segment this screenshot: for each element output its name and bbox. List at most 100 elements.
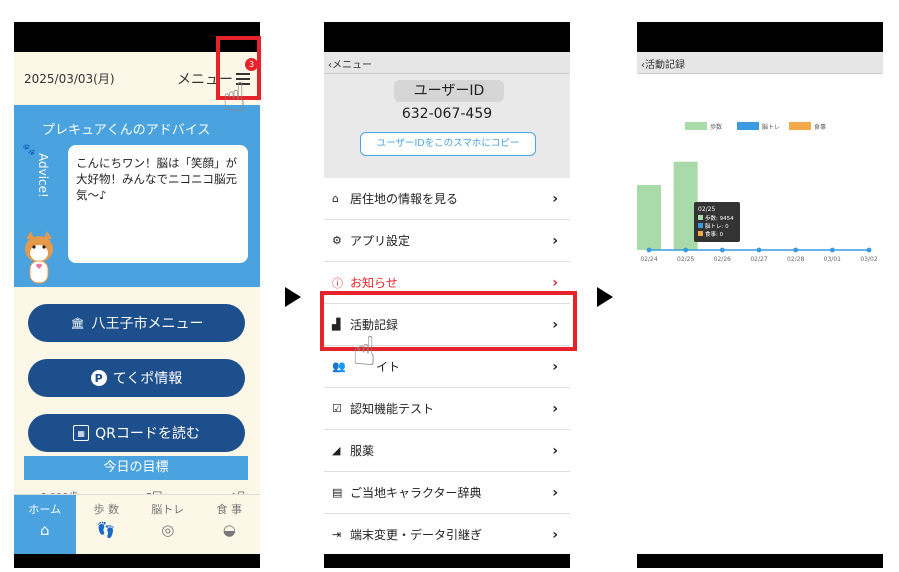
x-tick-label: 03/01 (824, 256, 841, 263)
pill-icon: ◢ (332, 444, 341, 457)
advice-bubble: こんにちワン！脳は「笑顔」が大好物！みんなでニコニコ脳元気～♪ (68, 145, 248, 263)
step-arrow-icon (285, 287, 301, 307)
advice-panel: プレキュアくんのアドバイス Advice! 🐾 こんにちワン！脳は「笑顔」が大好… (14, 105, 260, 287)
hachioji-menu-button[interactable]: 🏛 八王子市メニュー (28, 304, 245, 342)
tekupo-info-button[interactable]: P てくポ情報 (28, 359, 245, 397)
bottom-tab-bar: ホーム ⌂ 歩 数 👣 脳トレ ◎ 食 事 ◒ (14, 494, 260, 554)
x-tick-label: 02/27 (750, 256, 767, 263)
x-tick-label: 02/26 (714, 256, 731, 263)
brain-icon: ◎ (161, 521, 175, 539)
tab-meal[interactable]: 食 事 ◒ (199, 495, 261, 554)
tooltip-line: 歩数: 9454 (705, 214, 734, 222)
user-id-value: 632-067-459 (401, 106, 493, 122)
copy-user-id-button[interactable]: ユーザーIDをこのスマホにコピー (360, 132, 536, 156)
menu-header[interactable]: ‹メニュー (324, 52, 570, 74)
legend-swatch (685, 122, 707, 130)
tooltip-line: 脳トレ: 0 (705, 222, 729, 230)
activity-chart[interactable]: 歩数 脳トレ 食事 02/24 02/25 02/26 02/27 02/28 03/01 03/… (637, 92, 883, 292)
user-id-title: ユーザーID (394, 80, 504, 102)
rice-bowl-icon: ◒ (222, 521, 236, 539)
data-point (683, 247, 689, 253)
chevron-right-icon: › (552, 400, 558, 417)
tooltip-date: 02/25 (698, 206, 715, 213)
chevron-right-icon: › (552, 526, 558, 543)
data-point (719, 247, 725, 253)
bar-steps (637, 185, 661, 250)
book-icon: ▤ (332, 486, 343, 499)
pointing-hand-icon: ☝ (222, 75, 247, 121)
menu-item[interactable]: ☑ 認知機能テスト › (324, 388, 570, 430)
tab-label: 脳トレ (151, 503, 185, 516)
tab-home[interactable]: ホーム ⌂ (14, 495, 76, 554)
activity-screen: ‹活動記録 歩数 脳トレ 食事 02/24 02/25 02/26 02/27 02/28 03… (637, 52, 883, 554)
home-icon: ⌂ (39, 521, 50, 539)
menu-item-label: ご当地キャラクター辞典 (350, 486, 482, 500)
people-icon: 👥 (332, 360, 346, 373)
data-point (866, 247, 872, 253)
p-coin-icon: P (90, 370, 107, 386)
tutorial-stage: 2025/03/03(月) メニュー 3 プレキュアくんのアドバイス Advic… (0, 0, 899, 572)
footprints-icon: 👣 (96, 521, 116, 539)
activity-header[interactable]: ‹活動記録 (637, 52, 883, 74)
menu-item-label: お知らせ (350, 276, 398, 290)
menu-item[interactable]: ⇥ 端末変更・データ引継ぎ › (324, 514, 570, 554)
tooltip-line: 食事: 0 (705, 230, 724, 238)
chevron-right-icon: › (552, 232, 558, 249)
legend-swatch (737, 122, 759, 130)
data-point (829, 247, 835, 253)
menu-item-label: アプリ設定 (350, 234, 411, 248)
checkbox-icon: ☑ (332, 402, 342, 415)
legend-label: 歩数 (710, 123, 722, 131)
home-body: 🏛 八王子市メニュー P てくポ情報 ▦ QRコードを読む 今日の目標 6,00… (14, 287, 260, 503)
menu-item-label: イト (376, 360, 401, 374)
tab-brain[interactable]: 脳トレ ◎ (137, 495, 199, 554)
menu-item-label: 認知機能テスト (350, 402, 435, 416)
qr-code-button[interactable]: ▦ QRコードを読む (28, 414, 245, 452)
building-icon: 🏛 (70, 316, 85, 330)
button-label: 八王子市メニュー (91, 316, 204, 332)
tab-label: 食 事 (216, 503, 243, 516)
menu-item[interactable]: ▤ ご当地キャラクター辞典 › (324, 472, 570, 514)
paw-icon: 🐾 (22, 143, 36, 156)
shiba-dog-icon (25, 231, 53, 284)
house-icon: ⌂ (332, 192, 339, 205)
menu-item[interactable]: ◢ 服薬 › (324, 430, 570, 472)
legend-label: 脳トレ (762, 123, 780, 131)
menu-item[interactable]: ⚙ アプリ設定 › (324, 220, 570, 262)
x-tick-label: 02/28 (787, 256, 804, 263)
step-arrow-icon (597, 287, 613, 307)
legend-swatch (789, 122, 811, 130)
chevron-right-icon: › (552, 484, 558, 501)
menu-item[interactable]: ⌂ 居住地の情報を見る › (324, 178, 570, 220)
x-tick-label: 02/24 (640, 256, 657, 263)
todays-goal-header: 今日の目標 (24, 456, 248, 480)
back-label: 活動記録 (645, 60, 685, 71)
tooltip-swatch (698, 215, 703, 220)
tooltip-swatch (698, 223, 703, 228)
user-id-panel: ユーザーID 632-067-459 ユーザーIDをこのスマホにコピー (324, 74, 570, 178)
home-screen: 2025/03/03(月) メニュー 3 プレキュアくんのアドバイス Advic… (14, 52, 260, 554)
export-icon: ⇥ (332, 528, 342, 541)
menu-item-label: 居住地の情報を見る (350, 192, 459, 206)
tab-steps[interactable]: 歩 数 👣 (76, 495, 138, 554)
chevron-right-icon: › (552, 190, 558, 207)
menu-item-label: 服薬 (350, 444, 375, 458)
data-point (793, 247, 799, 253)
legend-label: 食事 (814, 123, 826, 131)
back-label: メニュー (332, 60, 372, 71)
advice-side-label: Advice! (36, 153, 50, 198)
date-label: 2025/03/03(月) (24, 72, 115, 86)
tab-label: ホーム (28, 503, 62, 516)
chevron-right-icon: › (552, 358, 558, 375)
chevron-right-icon: › (552, 442, 558, 459)
advice-text: こんにちワン！脳は「笑顔」が大好物！みんなでニコニコ脳元気～♪ (76, 156, 237, 202)
menu-item-label: 端末変更・データ引継ぎ (350, 528, 483, 542)
tooltip-swatch (698, 231, 703, 236)
qr-icon: ▦ (73, 425, 90, 441)
button-label: てくポ情報 (112, 371, 183, 387)
data-point (756, 247, 762, 253)
pointing-hand-icon: ☝ (352, 329, 377, 375)
x-tick-label: 02/25 (677, 256, 694, 263)
button-label: QRコードを読む (95, 426, 200, 442)
chevron-right-icon: › (552, 274, 558, 291)
